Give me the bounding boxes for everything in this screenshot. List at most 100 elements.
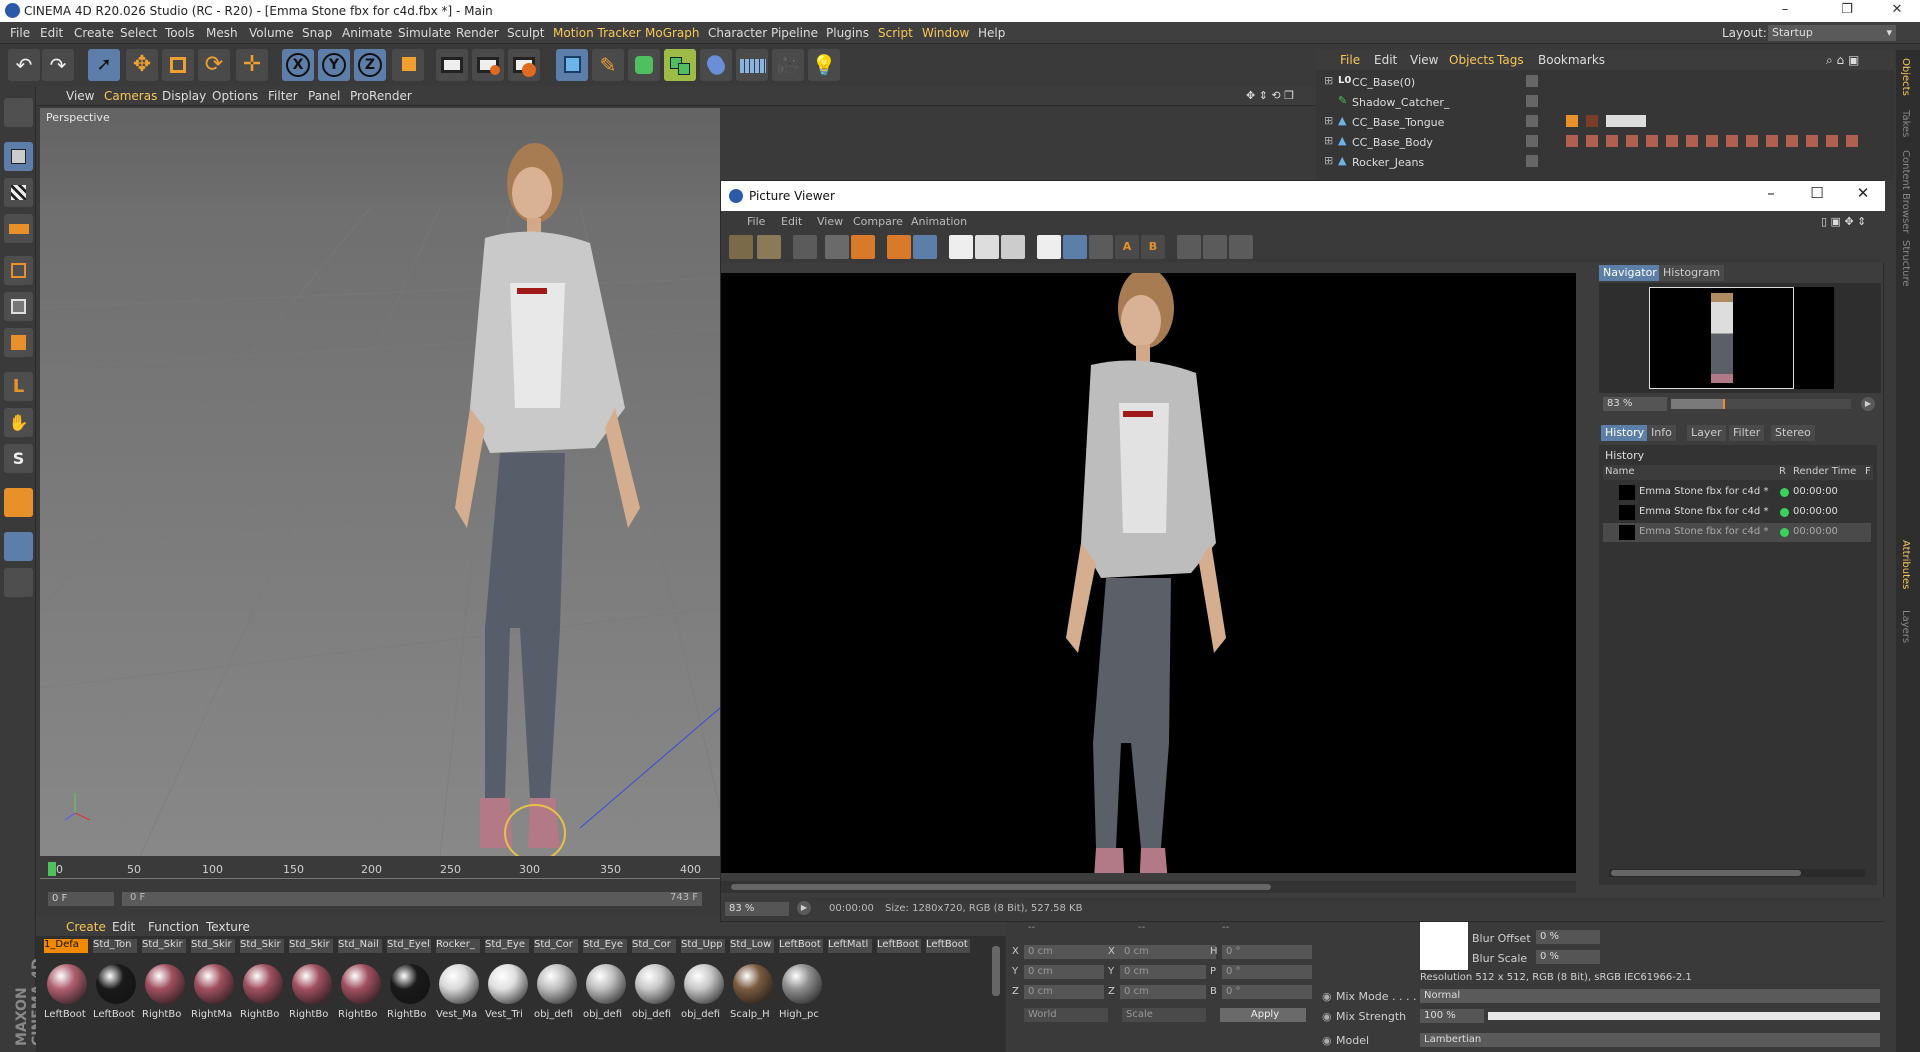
view-dual-icon[interactable] [1063,235,1087,259]
visibility-icon[interactable] [1526,155,1538,167]
model-select[interactable]: Lambertian [1420,1033,1880,1047]
coordinate-system-icon[interactable] [392,49,424,81]
menu-mesh[interactable]: Mesh [206,26,238,40]
column-render-time[interactable]: Render Time [1793,466,1856,477]
radio-icon[interactable]: ◉ [1322,990,1332,1003]
material-swatch[interactable]: Std_Nail RightBo [336,936,383,1026]
tweak-mode-icon[interactable]: ✋ [4,408,33,437]
visibility-icon[interactable] [1526,95,1538,107]
size-x-field[interactable]: 0 cm [1120,945,1216,959]
rotation-p-field[interactable]: 0 ° [1222,965,1312,979]
render-settings-icon[interactable] [508,49,540,81]
redo-icon[interactable]: ↷ [42,49,74,81]
menu-character[interactable]: Character [708,26,767,40]
radio-icon[interactable]: ◉ [1322,1034,1332,1047]
x-axis-icon[interactable]: X [282,49,314,81]
material-swatch[interactable]: LeftMatl [826,936,873,1026]
menu-simulate[interactable]: Simulate [398,26,451,40]
open-icon[interactable] [729,235,753,259]
material-menu-function[interactable]: Function [148,920,199,934]
expand-icon[interactable]: ⊞ [1324,114,1333,127]
y-axis-icon[interactable]: Y [318,49,350,81]
rotation-b-field[interactable]: 0 ° [1222,985,1312,999]
menu-snap[interactable]: Snap [302,26,332,40]
render-output-canvas[interactable] [721,273,1576,873]
side-tab-layers[interactable]: Layers [1900,610,1911,643]
menu-script[interactable]: Script [878,26,913,40]
side-tab-attributes[interactable]: Attributes [1900,540,1911,589]
timeline-playhead[interactable] [48,862,56,876]
object-menu-view[interactable]: View [1410,53,1438,67]
play-icon[interactable]: ▶ [797,901,811,915]
menu-motion-tracker[interactable]: Motion Tracker [553,26,641,40]
object-menu-tags[interactable]: Tags [1497,53,1524,67]
z-axis-icon[interactable]: Z [354,49,386,81]
size-y-field[interactable]: 0 cm [1120,965,1206,979]
pv-menu-file[interactable]: File [747,215,765,228]
copy-icon[interactable] [887,235,911,259]
menu-pipeline[interactable]: Pipeline [771,26,818,40]
size-z-field[interactable]: 0 cm [1120,985,1206,999]
material-swatch[interactable]: Std_Ton LeftBoot [91,936,138,1026]
material-swatch[interactable]: Rocker_ Vest_Ma [434,936,481,1026]
material-swatch[interactable]: LeftBoot [924,936,971,1026]
lock-workplane-icon[interactable] [4,532,33,561]
menu-render[interactable]: Render [456,26,499,40]
mix-strength-field[interactable]: 100 % [1420,1009,1484,1023]
menu-create[interactable]: Create [74,26,114,40]
tab-layer[interactable]: Layer [1687,425,1726,441]
material-scrollbar[interactable] [992,946,1000,996]
material-swatch[interactable]: Std_Skir RightBo [238,936,285,1026]
tab-navigator[interactable]: Navigator [1599,265,1661,281]
layout-select[interactable]: Startup ▾ [1768,25,1896,41]
model-mode-icon[interactable] [4,142,33,171]
material-swatch[interactable]: Std_Skir RightBo [140,936,187,1026]
material-swatch[interactable]: 1_Defa LeftBoot [42,936,89,1026]
filter-icon[interactable] [1203,235,1227,259]
material-swatch[interactable]: Std_Skir RightBo [287,936,334,1026]
tag-icons[interactable] [1566,135,1866,147]
pv-menu-view[interactable]: View [817,215,843,228]
undo-icon[interactable]: ↶ [8,49,40,81]
viewport-nav-icons[interactable]: ✥ ⇕ ⟲ ❐ [1246,89,1294,102]
points-mode-icon[interactable] [4,256,33,285]
visibility-icon[interactable] [1526,75,1538,87]
coord-mode-world-select[interactable]: World [1024,1008,1108,1022]
column-name[interactable]: Name [1605,466,1635,477]
render-region-icon[interactable] [825,235,849,259]
frame-range-slider[interactable]: 0 F 743 F [122,892,702,906]
transform-icon[interactable]: ✛ [236,49,268,81]
pv-minimize-button[interactable]: – [1749,184,1793,202]
camera-icon[interactable]: 🎥 [772,49,804,81]
ab-compare-icon[interactable] [949,235,973,259]
view-single-icon[interactable] [1037,235,1061,259]
menu-animate[interactable]: Animate [342,26,392,40]
make-editable-icon[interactable] [4,98,33,127]
polygons-mode-icon[interactable] [4,328,33,357]
object-menu-bookmarks[interactable]: Bookmarks [1538,53,1605,67]
pv-close-button[interactable]: ✕ [1841,184,1885,202]
viewport-menu-prorender[interactable]: ProRender [350,89,412,103]
viewport-menu-panel[interactable]: Panel [308,89,340,103]
menu-file[interactable]: File [10,26,30,40]
material-swatch[interactable]: LeftBoot High_pc [777,936,824,1026]
pen-spline-icon[interactable]: ✎ [592,49,624,81]
close-button[interactable]: ✕ [1874,0,1920,22]
blur-scale-field[interactable]: 0 % [1536,950,1600,964]
start-frame-field[interactable]: 0 F [48,892,114,906]
move-icon[interactable]: ✥ [126,49,158,81]
position-y-field[interactable]: 0 cm [1024,965,1104,979]
blur-offset-field[interactable]: 0 % [1536,930,1600,944]
compare-icon[interactable] [975,235,999,259]
maximize-button[interactable]: ❐ [1824,0,1870,22]
navigator-thumbnail[interactable] [1649,287,1834,389]
viewport-menu-display[interactable]: Display [162,89,206,103]
live-selection-icon[interactable]: ➚ [88,49,120,81]
planar-workplane-icon[interactable] [4,568,33,597]
render-to-picture-viewer-icon[interactable] [472,49,504,81]
menu-plugins[interactable]: Plugins [826,26,869,40]
radio-icon[interactable]: ◉ [1322,1010,1332,1023]
menu-select[interactable]: Select [120,26,157,40]
status-zoom-field[interactable]: 83 % [725,902,789,916]
scale-icon[interactable] [162,49,194,81]
